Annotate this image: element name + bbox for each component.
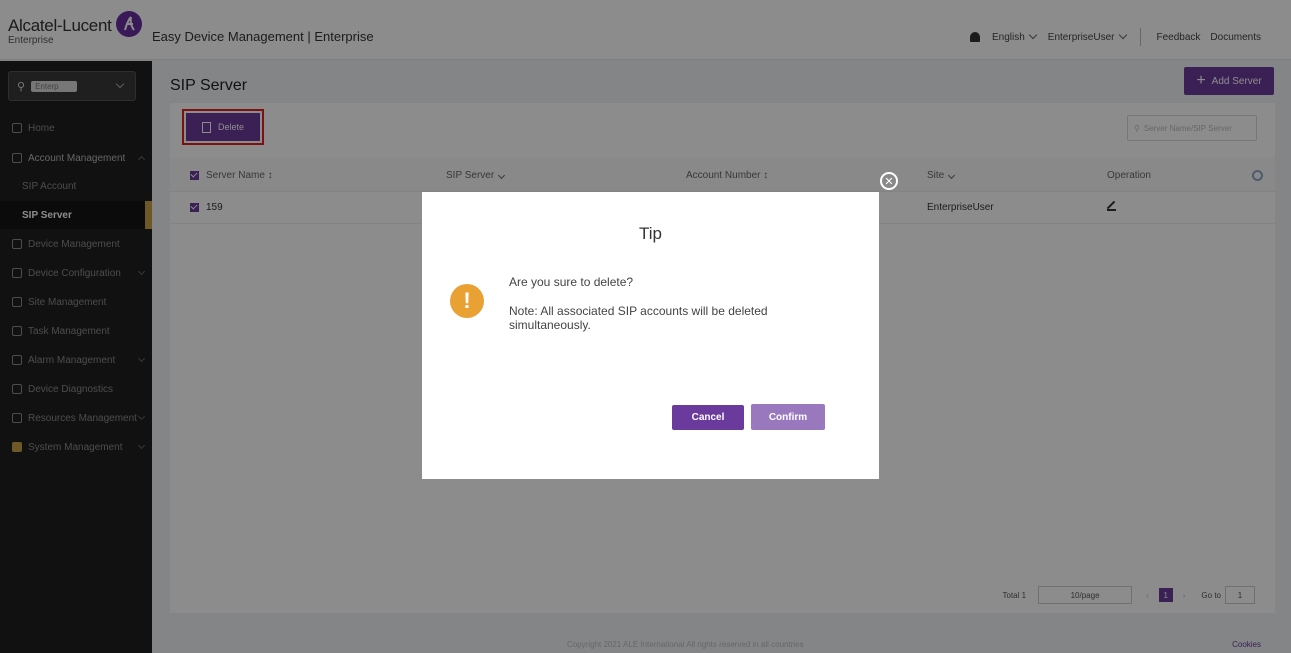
- dialog-note: Note: All associated SIP accounts will b…: [509, 304, 768, 332]
- confirm-dialog: Tip ! Are you sure to delete? Note: All …: [422, 192, 879, 479]
- dialog-title: Tip: [639, 224, 662, 243]
- cancel-button[interactable]: Cancel: [672, 405, 744, 430]
- warning-icon: !: [450, 284, 484, 318]
- confirm-button[interactable]: Confirm: [751, 404, 825, 430]
- dialog-message: Are you sure to delete?: [509, 275, 634, 289]
- close-icon[interactable]: ✕: [880, 172, 898, 190]
